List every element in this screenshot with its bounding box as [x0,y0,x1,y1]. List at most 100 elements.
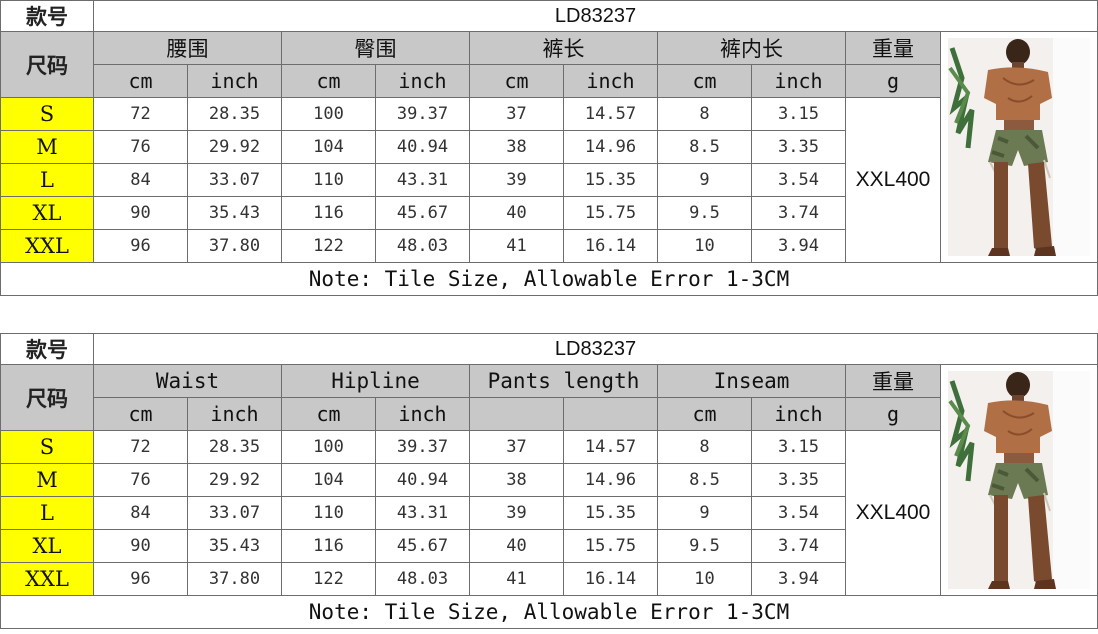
group-header-hipline: Hipline [281,364,470,398]
value-cell: 37 [469,430,564,464]
value-cell: 39 [469,496,564,530]
group-header-waist: Waist [93,364,282,398]
value-cell: 15.35 [563,163,658,197]
value-cell: 76 [93,463,188,497]
value-cell: 16.14 [563,562,658,596]
style-number-value: LD83237 [93,0,1098,32]
value-cell: 9.5 [657,196,752,230]
group-header-hipline: 臀围 [281,31,470,65]
size-cell: L [0,163,94,197]
value-cell: 3.94 [751,229,846,263]
value-cell: 3.54 [751,163,846,197]
value-cell: 40.94 [375,130,470,164]
value-cell: 116 [281,529,376,563]
value-cell: 3.35 [751,463,846,497]
value-cell: 90 [93,529,188,563]
value-cell: 8 [657,97,752,131]
group-header-waist: 腰围 [93,31,282,65]
value-cell: 9.5 [657,529,752,563]
table-row: S 72 28.35 100 39.37 37 14.57 8 3.15 XXL… [0,97,1098,263]
value-cell: 33.07 [187,163,282,197]
style-number-label: 款号 [0,0,94,32]
value-cell: 45.67 [375,196,470,230]
value-cell: 29.92 [187,463,282,497]
size-chart-chinese: 款号 LD83237 尺码 腰围 臀围 裤长 裤内长 重量 cm inch cm… [0,0,1098,296]
size-cell: XXL [0,229,94,263]
value-cell: 37 [469,97,564,131]
unit-header: cm [657,397,752,431]
value-cell: 40 [469,529,564,563]
value-cell: 76 [93,130,188,164]
unit-header [469,397,564,431]
value-cell: 37.80 [187,562,282,596]
value-cell: 16.14 [563,229,658,263]
size-column-header: 尺码 [0,364,94,431]
value-cell: 43.31 [375,163,470,197]
weight-unit-header: g [845,64,941,98]
value-cell: 45.67 [375,529,470,563]
value-cell: 28.35 [187,97,282,131]
value-cell: 15.35 [563,496,658,530]
unit-header: inch [751,397,846,431]
size-cell: S [0,430,94,464]
weight-unit-header: g [845,397,941,431]
value-cell: 40.94 [375,463,470,497]
value-cell: 43.31 [375,496,470,530]
size-cell: L [0,496,94,530]
unit-header: inch [375,64,470,98]
value-cell: 38 [469,130,564,164]
value-cell: 38 [469,463,564,497]
unit-header: inch [187,64,282,98]
size-note: Note: Tile Size, Allowable Error 1-3CM [0,262,1098,296]
value-cell: 84 [93,496,188,530]
weight-value: XXL400 [845,430,941,596]
value-cell: 10 [657,562,752,596]
value-cell: 14.96 [563,130,658,164]
unit-header: cm [93,397,188,431]
value-cell: 3.15 [751,97,846,131]
size-cell: S [0,97,94,131]
size-column-header: 尺码 [0,31,94,98]
size-cell: M [0,130,94,164]
value-cell: 3.74 [751,529,846,563]
value-cell: 104 [281,130,376,164]
size-cell: M [0,463,94,497]
value-cell: 48.03 [375,562,470,596]
unit-header: cm [469,64,564,98]
value-cell: 96 [93,229,188,263]
value-cell: 35.43 [187,529,282,563]
unit-header: inch [563,64,658,98]
unit-header: inch [751,64,846,98]
weight-header: 重量 [845,31,941,65]
model-photo-image [948,38,1090,256]
value-cell: 14.57 [563,430,658,464]
value-cell: 35.43 [187,196,282,230]
value-cell: 100 [281,97,376,131]
value-cell: 41 [469,562,564,596]
unit-header: inch [187,397,282,431]
size-chart-english: 款号 LD83237 尺码 Waist Hipline Pants length… [0,333,1098,629]
table-row: S 72 28.35 100 39.37 37 14.57 8 3.15 XXL… [0,430,1098,596]
value-cell: 72 [93,430,188,464]
value-cell: 39 [469,163,564,197]
value-cell: 33.07 [187,496,282,530]
unit-header: cm [657,64,752,98]
unit-header: cm [281,397,376,431]
value-cell: 72 [93,97,188,131]
value-cell: 10 [657,229,752,263]
value-cell: 40 [469,196,564,230]
value-cell: 3.94 [751,562,846,596]
weight-value: XXL400 [845,97,941,263]
value-cell: 122 [281,229,376,263]
value-cell: 96 [93,562,188,596]
value-cell: 116 [281,196,376,230]
value-cell: 110 [281,163,376,197]
value-cell: 39.37 [375,430,470,464]
value-cell: 29.92 [187,130,282,164]
size-note: Note: Tile Size, Allowable Error 1-3CM [0,595,1098,629]
value-cell: 84 [93,163,188,197]
unit-header [563,397,658,431]
unit-header: cm [281,64,376,98]
value-cell: 3.74 [751,196,846,230]
size-cell: XXL [0,562,94,596]
